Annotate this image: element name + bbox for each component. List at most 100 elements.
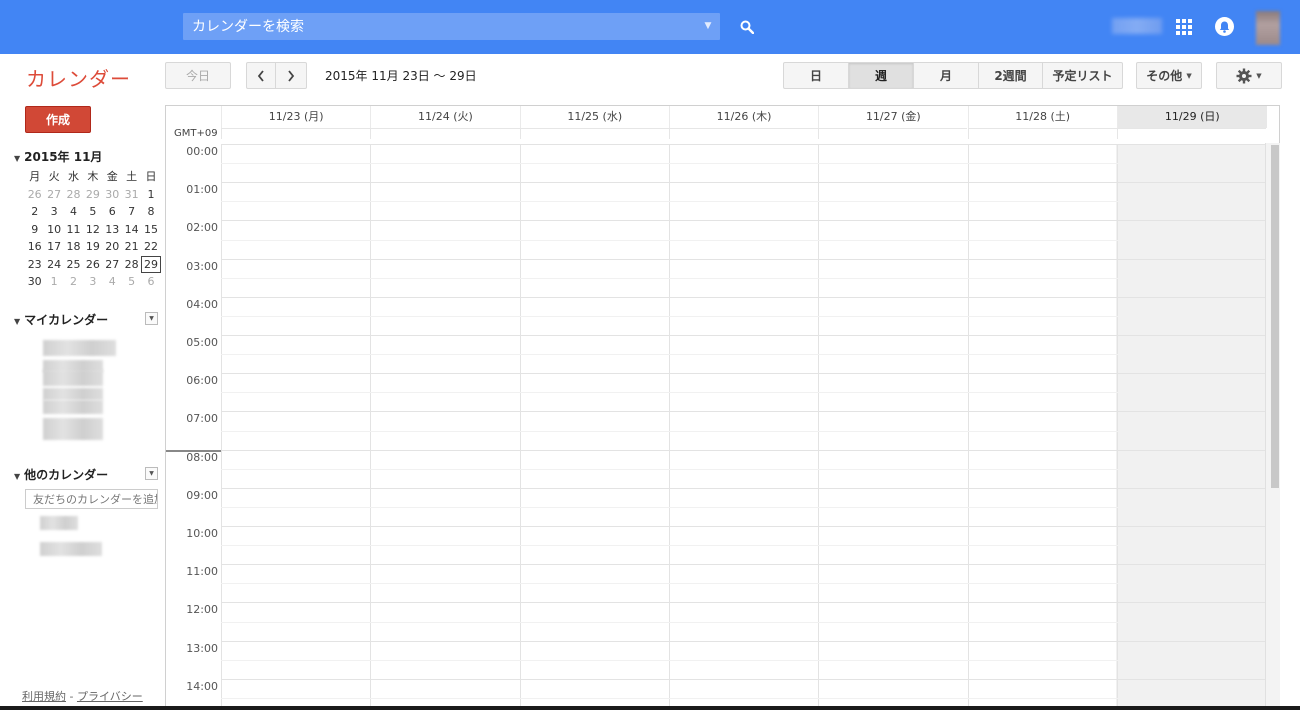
bell-icon[interactable] <box>1215 17 1234 36</box>
mini-calendar-day[interactable]: 3 <box>83 273 102 291</box>
mini-calendar-day-selected[interactable]: 29 <box>141 255 161 273</box>
collapse-triangle-icon: ▼ <box>14 317 21 326</box>
grid-scrollbar-thumb[interactable] <box>1271 145 1279 488</box>
mini-calendar-day[interactable]: 19 <box>83 238 102 256</box>
mini-calendar-day[interactable]: 13 <box>103 221 122 239</box>
mini-calendar-day[interactable]: 8 <box>141 203 160 221</box>
mini-calendar-day[interactable]: 26 <box>25 186 44 204</box>
hour-label: 13:00 <box>186 641 218 655</box>
mini-calendar-day[interactable]: 15 <box>141 221 160 239</box>
search-options-dropdown-icon[interactable]: ▼ <box>700 17 716 35</box>
day-header[interactable]: 11/29 (日) <box>1116 106 1267 128</box>
mini-calendar-day[interactable]: 1 <box>44 273 63 291</box>
calendar-item-blurred[interactable] <box>43 418 103 440</box>
mini-calendar-day[interactable]: 16 <box>25 238 44 256</box>
mini-calendar-day[interactable]: 11 <box>64 221 83 239</box>
all-day-cell[interactable] <box>221 128 371 139</box>
search-button[interactable] <box>733 14 761 40</box>
view-month-button[interactable]: 月 <box>914 62 979 89</box>
day-header[interactable]: 11/28 (土) <box>967 106 1117 128</box>
mini-calendar-day[interactable]: 27 <box>103 256 122 274</box>
mini-calendar-day[interactable]: 30 <box>103 186 122 204</box>
mini-calendar-day[interactable]: 31 <box>122 186 141 204</box>
all-day-cell[interactable] <box>668 128 819 139</box>
mini-calendar-day[interactable]: 4 <box>103 273 122 291</box>
all-day-cell[interactable] <box>519 128 669 139</box>
next-week-button[interactable] <box>276 62 307 89</box>
today-button[interactable]: 今日 <box>165 62 231 89</box>
day-header[interactable]: 11/24 (火) <box>370 106 519 128</box>
mini-calendar-day[interactable]: 2 <box>64 273 83 291</box>
week-grid[interactable]: GMT+09 11/23 (月) 11/24 (火) 11/25 (水) 11/26 … <box>165 105 1280 710</box>
my-calendars-header[interactable]: ▼ マイカレンダー <box>14 311 108 328</box>
mini-calendar-day[interactable]: 23 <box>25 256 44 274</box>
mini-calendar-day[interactable]: 3 <box>44 203 63 221</box>
mini-calendar-day[interactable]: 5 <box>83 203 102 221</box>
mini-calendar-day[interactable]: 29 <box>83 186 102 204</box>
day-header[interactable]: 11/27 (金) <box>818 106 967 128</box>
other-calendars-menu-button[interactable]: ▼ <box>145 467 158 480</box>
mini-calendar-day[interactable]: 10 <box>44 221 63 239</box>
view-week-button[interactable]: 週 <box>849 62 914 89</box>
mini-calendar-day[interactable]: 27 <box>44 186 63 204</box>
calendar-item-blurred[interactable] <box>43 388 103 400</box>
mini-calendar-day[interactable]: 7 <box>122 203 141 221</box>
mini-calendar-day[interactable]: 25 <box>64 256 83 274</box>
mini-calendar-day[interactable]: 14 <box>122 221 141 239</box>
privacy-link[interactable]: プライバシー <box>77 690 143 703</box>
view-switcher: 日 週 月 2週間 予定リスト <box>783 62 1123 89</box>
avatar[interactable] <box>1256 11 1280 45</box>
settings-button[interactable]: ▼ <box>1216 62 1282 89</box>
all-day-cell[interactable] <box>967 128 1117 139</box>
add-friend-calendar-input[interactable] <box>25 489 158 509</box>
mini-calendar-day[interactable]: 28 <box>64 186 83 204</box>
other-calendars-header[interactable]: ▼ 他のカレンダー <box>14 466 108 483</box>
mini-calendar-day[interactable]: 17 <box>44 238 63 256</box>
mini-calendar-day[interactable]: 6 <box>103 203 122 221</box>
mini-calendar-day[interactable]: 22 <box>141 238 160 256</box>
terms-link[interactable]: 利用規約 <box>22 690 66 703</box>
mini-calendar-day[interactable]: 9 <box>25 221 44 239</box>
half-hour-line <box>221 430 1266 432</box>
mini-calendar-week: 9 10 11 12 13 14 15 <box>25 221 161 239</box>
create-event-button[interactable]: 作成 <box>25 106 91 133</box>
hour-label: 00:00 <box>186 145 218 158</box>
mini-calendar-day[interactable]: 28 <box>122 256 141 274</box>
calendar-item-blurred[interactable] <box>43 340 116 356</box>
view-agenda-button[interactable]: 予定リスト <box>1043 62 1123 89</box>
hour-label: 14:00 <box>186 679 218 693</box>
window-bottom-edge <box>0 706 1300 710</box>
search-input[interactable] <box>183 13 693 40</box>
day-header[interactable]: 11/23 (月) <box>221 106 370 128</box>
day-header[interactable]: 11/26 (木) <box>668 106 818 128</box>
mini-calendar-day[interactable]: 18 <box>64 238 83 256</box>
calendar-item-blurred[interactable] <box>40 516 78 530</box>
calendar-item-blurred[interactable] <box>43 370 103 386</box>
all-day-cell[interactable] <box>818 128 968 139</box>
mini-calendar-day[interactable]: 1 <box>141 186 160 204</box>
mini-calendar-title[interactable]: ▼ 2015年 11月 <box>14 148 102 165</box>
more-button[interactable]: その他 ▼ <box>1136 62 1202 89</box>
mini-calendar-day[interactable]: 26 <box>83 256 102 274</box>
mini-calendar-day[interactable]: 6 <box>141 273 160 291</box>
calendar-item-blurred[interactable] <box>43 400 103 414</box>
mini-calendar-day[interactable]: 24 <box>44 256 63 274</box>
search-box[interactable]: ▼ <box>183 13 720 40</box>
mini-calendar-day[interactable]: 4 <box>64 203 83 221</box>
view-day-button[interactable]: 日 <box>783 62 849 89</box>
mini-calendar-day[interactable]: 30 <box>25 273 44 291</box>
previous-week-button[interactable] <box>246 62 276 89</box>
mini-calendar-day[interactable]: 21 <box>122 238 141 256</box>
my-calendars-menu-button[interactable]: ▼ <box>145 312 158 325</box>
all-day-cell[interactable] <box>1116 128 1267 139</box>
view-2weeks-button[interactable]: 2週間 <box>979 62 1043 89</box>
mini-calendar-day[interactable]: 12 <box>83 221 102 239</box>
apps-grid-icon[interactable] <box>1176 19 1192 35</box>
half-hour-line <box>221 315 1266 317</box>
all-day-cell[interactable] <box>370 128 520 139</box>
mini-calendar-day[interactable]: 20 <box>103 238 122 256</box>
mini-calendar-day[interactable]: 5 <box>122 273 141 291</box>
day-header[interactable]: 11/25 (水) <box>519 106 669 128</box>
calendar-item-blurred[interactable] <box>40 542 102 556</box>
mini-calendar-day[interactable]: 2 <box>25 203 44 221</box>
